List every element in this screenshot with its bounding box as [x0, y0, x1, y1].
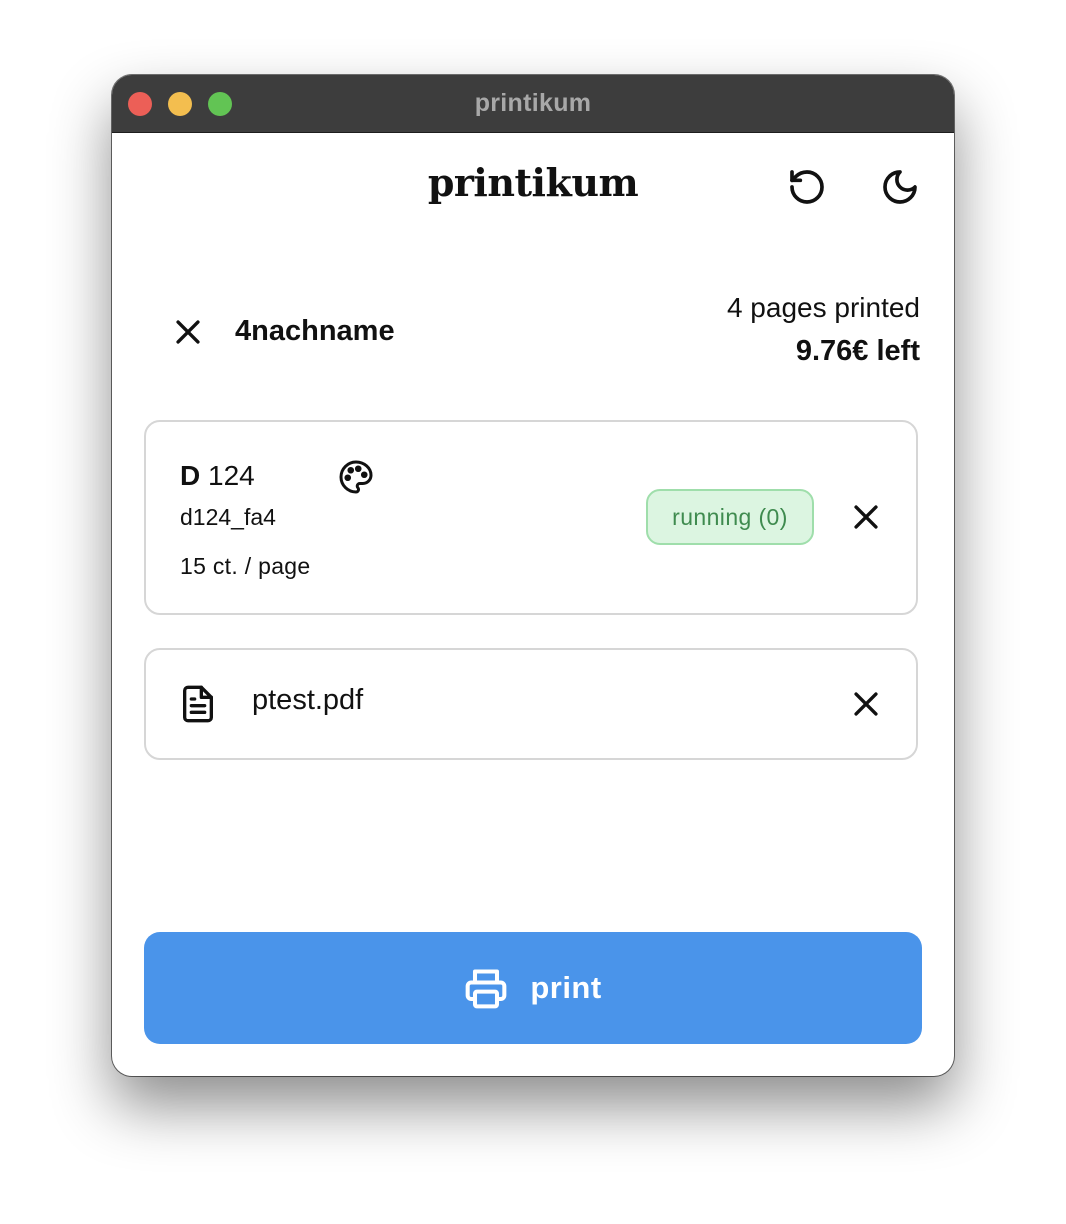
remove-file-button[interactable] — [846, 684, 886, 724]
screen: printikum printikum 4nachname 4 pages pr… — [0, 0, 1066, 1224]
print-button-label: print — [530, 970, 602, 1005]
close-icon — [854, 505, 878, 529]
rotate-ccw-icon — [790, 170, 824, 204]
printer-icon — [465, 969, 507, 1009]
printer-name: D 124 — [180, 460, 255, 492]
balance: 9.76€ left — [795, 335, 920, 367]
printer-building: D — [180, 460, 201, 491]
print-button[interactable]: print — [144, 932, 922, 1044]
file-card[interactable]: ptest.pdf — [144, 648, 918, 760]
printer-price: 15 ct. / page — [180, 553, 311, 579]
theme-toggle-button[interactable] — [878, 165, 922, 209]
printer-room: 124 — [208, 460, 255, 491]
file-name: ptest.pdf — [252, 684, 364, 716]
printer-card[interactable]: D 124 d124_fa4 15 ct. / page running (0) — [144, 420, 918, 615]
user-row: 4nachname 4 pages printed 9.76€ left — [112, 285, 954, 375]
window-title: printikum — [474, 89, 592, 117]
account-stats: 4 pages printed 9.76€ left — [727, 288, 920, 374]
app-window: printikum printikum 4nachname 4 pages pr… — [112, 75, 954, 1076]
status-badge: running (0) — [646, 489, 814, 545]
moon-icon — [883, 170, 917, 204]
close-icon — [176, 320, 200, 344]
username: 4nachname — [235, 315, 395, 347]
palette-icon — [339, 460, 373, 494]
close-icon — [854, 692, 878, 716]
app-header: printikum — [112, 132, 954, 247]
printer-id: d124_fa4 — [180, 504, 276, 530]
window-titlebar[interactable]: printikum — [112, 75, 954, 133]
pages-printed: 4 pages printed — [726, 292, 920, 323]
remove-printer-button[interactable] — [846, 497, 886, 537]
reset-button[interactable] — [785, 165, 829, 209]
file-text-icon — [183, 685, 213, 723]
logout-button[interactable] — [168, 312, 208, 352]
